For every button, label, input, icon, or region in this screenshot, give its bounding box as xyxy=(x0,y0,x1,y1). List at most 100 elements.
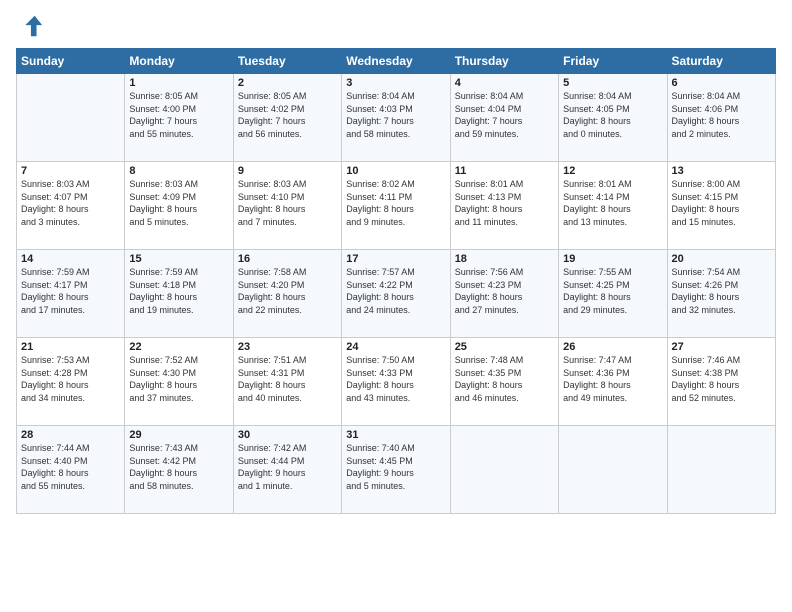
day-number: 15 xyxy=(129,253,228,265)
day-info: Sunrise: 7:47 AM Sunset: 4:36 PM Dayligh… xyxy=(563,354,662,404)
day-number: 17 xyxy=(346,253,445,265)
day-info: Sunrise: 7:58 AM Sunset: 4:20 PM Dayligh… xyxy=(238,266,337,316)
cell-w4-d6: 26Sunrise: 7:47 AM Sunset: 4:36 PM Dayli… xyxy=(559,338,667,426)
cell-w1-d2: 1Sunrise: 8:05 AM Sunset: 4:00 PM Daylig… xyxy=(125,74,233,162)
day-number: 25 xyxy=(455,341,554,353)
cell-w3-d4: 17Sunrise: 7:57 AM Sunset: 4:22 PM Dayli… xyxy=(342,250,450,338)
day-info: Sunrise: 8:03 AM Sunset: 4:07 PM Dayligh… xyxy=(21,178,120,228)
header-row: SundayMondayTuesdayWednesdayThursdayFrid… xyxy=(17,49,776,74)
day-info: Sunrise: 7:53 AM Sunset: 4:28 PM Dayligh… xyxy=(21,354,120,404)
day-number: 31 xyxy=(346,429,445,441)
cell-w4-d7: 27Sunrise: 7:46 AM Sunset: 4:38 PM Dayli… xyxy=(667,338,775,426)
cell-w1-d1 xyxy=(17,74,125,162)
cell-w5-d6 xyxy=(559,426,667,514)
day-info: Sunrise: 7:44 AM Sunset: 4:40 PM Dayligh… xyxy=(21,442,120,492)
cell-w2-d1: 7Sunrise: 8:03 AM Sunset: 4:07 PM Daylig… xyxy=(17,162,125,250)
cell-w2-d4: 10Sunrise: 8:02 AM Sunset: 4:11 PM Dayli… xyxy=(342,162,450,250)
day-number: 11 xyxy=(455,165,554,177)
day-number: 12 xyxy=(563,165,662,177)
day-number: 9 xyxy=(238,165,337,177)
day-number: 19 xyxy=(563,253,662,265)
day-info: Sunrise: 8:05 AM Sunset: 4:02 PM Dayligh… xyxy=(238,90,337,140)
day-number: 10 xyxy=(346,165,445,177)
day-number: 18 xyxy=(455,253,554,265)
cell-w4-d3: 23Sunrise: 7:51 AM Sunset: 4:31 PM Dayli… xyxy=(233,338,341,426)
day-info: Sunrise: 7:59 AM Sunset: 4:18 PM Dayligh… xyxy=(129,266,228,316)
day-info: Sunrise: 7:52 AM Sunset: 4:30 PM Dayligh… xyxy=(129,354,228,404)
week-row-5: 28Sunrise: 7:44 AM Sunset: 4:40 PM Dayli… xyxy=(17,426,776,514)
day-info: Sunrise: 7:50 AM Sunset: 4:33 PM Dayligh… xyxy=(346,354,445,404)
day-number: 24 xyxy=(346,341,445,353)
day-number: 21 xyxy=(21,341,120,353)
cell-w4-d4: 24Sunrise: 7:50 AM Sunset: 4:33 PM Dayli… xyxy=(342,338,450,426)
day-number: 29 xyxy=(129,429,228,441)
day-info: Sunrise: 8:01 AM Sunset: 4:14 PM Dayligh… xyxy=(563,178,662,228)
day-number: 6 xyxy=(672,77,771,89)
cell-w2-d2: 8Sunrise: 8:03 AM Sunset: 4:09 PM Daylig… xyxy=(125,162,233,250)
day-info: Sunrise: 7:48 AM Sunset: 4:35 PM Dayligh… xyxy=(455,354,554,404)
cell-w5-d7 xyxy=(667,426,775,514)
day-info: Sunrise: 7:54 AM Sunset: 4:26 PM Dayligh… xyxy=(672,266,771,316)
cell-w1-d6: 5Sunrise: 8:04 AM Sunset: 4:05 PM Daylig… xyxy=(559,74,667,162)
day-number: 26 xyxy=(563,341,662,353)
day-number: 20 xyxy=(672,253,771,265)
day-info: Sunrise: 8:01 AM Sunset: 4:13 PM Dayligh… xyxy=(455,178,554,228)
day-info: Sunrise: 8:00 AM Sunset: 4:15 PM Dayligh… xyxy=(672,178,771,228)
cell-w4-d5: 25Sunrise: 7:48 AM Sunset: 4:35 PM Dayli… xyxy=(450,338,558,426)
day-number: 2 xyxy=(238,77,337,89)
cell-w5-d2: 29Sunrise: 7:43 AM Sunset: 4:42 PM Dayli… xyxy=(125,426,233,514)
col-header-sunday: Sunday xyxy=(17,49,125,74)
cell-w5-d3: 30Sunrise: 7:42 AM Sunset: 4:44 PM Dayli… xyxy=(233,426,341,514)
day-info: Sunrise: 7:57 AM Sunset: 4:22 PM Dayligh… xyxy=(346,266,445,316)
day-number: 30 xyxy=(238,429,337,441)
day-number: 13 xyxy=(672,165,771,177)
cell-w3-d1: 14Sunrise: 7:59 AM Sunset: 4:17 PM Dayli… xyxy=(17,250,125,338)
day-number: 3 xyxy=(346,77,445,89)
logo xyxy=(16,12,48,40)
day-info: Sunrise: 7:59 AM Sunset: 4:17 PM Dayligh… xyxy=(21,266,120,316)
calendar-table: SundayMondayTuesdayWednesdayThursdayFrid… xyxy=(16,48,776,514)
day-number: 5 xyxy=(563,77,662,89)
cell-w3-d6: 19Sunrise: 7:55 AM Sunset: 4:25 PM Dayli… xyxy=(559,250,667,338)
day-number: 7 xyxy=(21,165,120,177)
day-info: Sunrise: 7:43 AM Sunset: 4:42 PM Dayligh… xyxy=(129,442,228,492)
week-row-1: 1Sunrise: 8:05 AM Sunset: 4:00 PM Daylig… xyxy=(17,74,776,162)
cell-w5-d5 xyxy=(450,426,558,514)
cell-w4-d1: 21Sunrise: 7:53 AM Sunset: 4:28 PM Dayli… xyxy=(17,338,125,426)
day-info: Sunrise: 7:51 AM Sunset: 4:31 PM Dayligh… xyxy=(238,354,337,404)
logo-icon xyxy=(16,12,44,40)
day-number: 23 xyxy=(238,341,337,353)
col-header-saturday: Saturday xyxy=(667,49,775,74)
day-number: 4 xyxy=(455,77,554,89)
day-info: Sunrise: 8:03 AM Sunset: 4:10 PM Dayligh… xyxy=(238,178,337,228)
cell-w3-d2: 15Sunrise: 7:59 AM Sunset: 4:18 PM Dayli… xyxy=(125,250,233,338)
page: SundayMondayTuesdayWednesdayThursdayFrid… xyxy=(0,0,792,612)
col-header-monday: Monday xyxy=(125,49,233,74)
col-header-thursday: Thursday xyxy=(450,49,558,74)
cell-w1-d3: 2Sunrise: 8:05 AM Sunset: 4:02 PM Daylig… xyxy=(233,74,341,162)
cell-w1-d5: 4Sunrise: 8:04 AM Sunset: 4:04 PM Daylig… xyxy=(450,74,558,162)
col-header-wednesday: Wednesday xyxy=(342,49,450,74)
cell-w3-d7: 20Sunrise: 7:54 AM Sunset: 4:26 PM Dayli… xyxy=(667,250,775,338)
day-info: Sunrise: 7:42 AM Sunset: 4:44 PM Dayligh… xyxy=(238,442,337,492)
day-number: 14 xyxy=(21,253,120,265)
week-row-4: 21Sunrise: 7:53 AM Sunset: 4:28 PM Dayli… xyxy=(17,338,776,426)
day-info: Sunrise: 7:46 AM Sunset: 4:38 PM Dayligh… xyxy=(672,354,771,404)
day-number: 16 xyxy=(238,253,337,265)
day-info: Sunrise: 8:04 AM Sunset: 4:04 PM Dayligh… xyxy=(455,90,554,140)
cell-w1-d7: 6Sunrise: 8:04 AM Sunset: 4:06 PM Daylig… xyxy=(667,74,775,162)
cell-w2-d6: 12Sunrise: 8:01 AM Sunset: 4:14 PM Dayli… xyxy=(559,162,667,250)
day-info: Sunrise: 8:05 AM Sunset: 4:00 PM Dayligh… xyxy=(129,90,228,140)
day-info: Sunrise: 8:04 AM Sunset: 4:03 PM Dayligh… xyxy=(346,90,445,140)
day-number: 28 xyxy=(21,429,120,441)
col-header-tuesday: Tuesday xyxy=(233,49,341,74)
cell-w4-d2: 22Sunrise: 7:52 AM Sunset: 4:30 PM Dayli… xyxy=(125,338,233,426)
day-number: 22 xyxy=(129,341,228,353)
cell-w2-d7: 13Sunrise: 8:00 AM Sunset: 4:15 PM Dayli… xyxy=(667,162,775,250)
cell-w1-d4: 3Sunrise: 8:04 AM Sunset: 4:03 PM Daylig… xyxy=(342,74,450,162)
header xyxy=(16,12,776,40)
cell-w2-d5: 11Sunrise: 8:01 AM Sunset: 4:13 PM Dayli… xyxy=(450,162,558,250)
cell-w3-d3: 16Sunrise: 7:58 AM Sunset: 4:20 PM Dayli… xyxy=(233,250,341,338)
cell-w3-d5: 18Sunrise: 7:56 AM Sunset: 4:23 PM Dayli… xyxy=(450,250,558,338)
day-info: Sunrise: 8:02 AM Sunset: 4:11 PM Dayligh… xyxy=(346,178,445,228)
